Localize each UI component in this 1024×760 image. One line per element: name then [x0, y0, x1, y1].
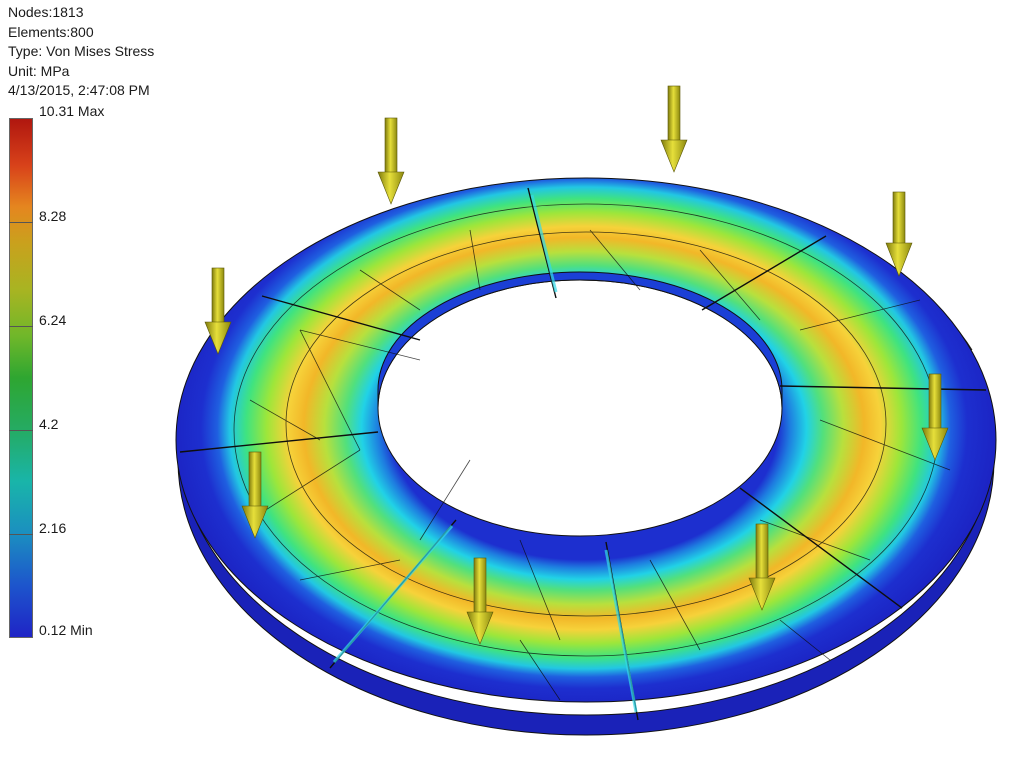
load-arrow-icon: [660, 85, 688, 173]
load-arrow-icon: [377, 117, 405, 205]
load-arrow-icon: [885, 191, 913, 277]
model-viewport[interactable]: [0, 0, 1024, 760]
